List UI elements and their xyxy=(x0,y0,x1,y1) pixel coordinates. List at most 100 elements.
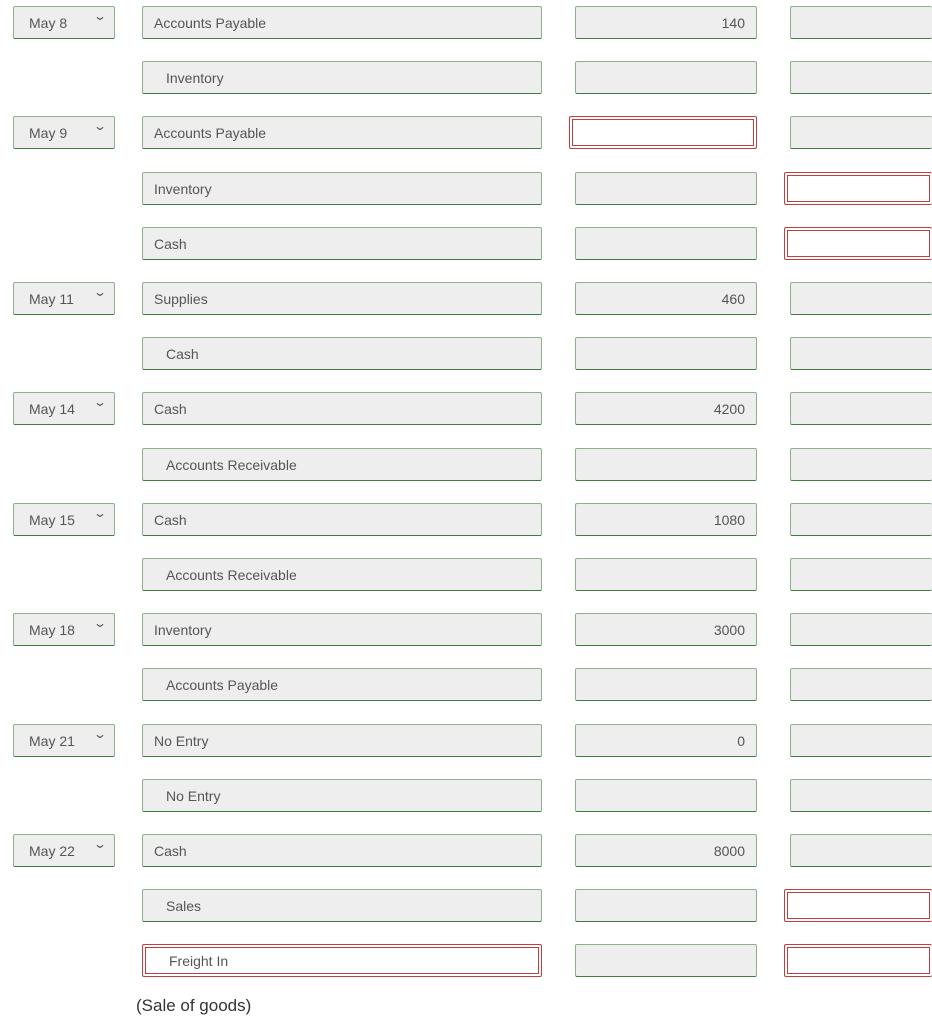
debit-input[interactable]: 0 xyxy=(575,724,757,757)
account-select[interactable]: Inventory xyxy=(142,61,542,94)
account-select-value: No Entry xyxy=(166,787,221,804)
credit-input[interactable] xyxy=(790,834,932,867)
entry-caption: (Sale of goods) xyxy=(136,996,252,1015)
debit-input[interactable]: 1080 xyxy=(575,503,757,536)
debit-input[interactable]: 460 xyxy=(575,282,757,315)
account-select-value: Accounts Payable xyxy=(154,14,267,31)
debit-input[interactable] xyxy=(575,172,757,205)
debit-input-value: 460 xyxy=(721,290,745,307)
chevron-down-icon: ⌄ xyxy=(92,837,108,851)
chevron-down-icon: ⌄ xyxy=(92,395,108,409)
chevron-down-icon: ⌄ xyxy=(92,285,108,299)
credit-input[interactable] xyxy=(790,613,932,646)
account-select-value: Supplies xyxy=(154,290,208,307)
credit-input[interactable] xyxy=(790,282,932,315)
account-select[interactable]: Supplies xyxy=(142,282,542,315)
chevron-down-icon: ⌄ xyxy=(92,616,108,630)
account-select[interactable]: Cash xyxy=(142,392,542,425)
account-select[interactable]: Accounts Payable xyxy=(142,116,542,149)
account-select-value: Inventory xyxy=(166,69,224,86)
account-select-value: Cash xyxy=(154,400,187,417)
chevron-down-icon: ⌄ xyxy=(92,506,108,520)
account-select-value: Inventory xyxy=(154,180,212,197)
debit-input[interactable] xyxy=(575,944,757,977)
debit-input[interactable]: 140 xyxy=(575,6,757,39)
account-select-value: No Entry xyxy=(154,732,209,749)
account-select[interactable]: Inventory xyxy=(142,613,542,646)
chevron-down-icon: ⌄ xyxy=(92,9,108,23)
date-select[interactable]: May 22 ⌄ xyxy=(13,834,115,867)
account-select[interactable]: Accounts Payable xyxy=(142,668,542,701)
debit-input[interactable]: 3000 xyxy=(575,613,757,646)
date-select-value: May 11 xyxy=(29,290,74,307)
account-select[interactable]: Cash xyxy=(142,834,542,867)
account-select-value: Sales xyxy=(166,897,202,914)
credit-input[interactable] xyxy=(784,944,932,977)
debit-input[interactable] xyxy=(575,668,757,701)
debit-input[interactable] xyxy=(575,61,757,94)
account-select-value: Cash xyxy=(154,511,187,528)
account-select-value: Freight In xyxy=(169,952,229,969)
debit-input[interactable]: 8000 xyxy=(575,834,757,867)
date-select-value: May 22 xyxy=(29,842,75,859)
account-select-value: Accounts Receivable xyxy=(166,456,297,473)
account-select[interactable]: Accounts Receivable xyxy=(142,558,542,591)
date-select[interactable]: May 15 ⌄ xyxy=(13,503,115,536)
account-select[interactable]: Accounts Receivable xyxy=(142,448,542,481)
date-select-value: May 8 xyxy=(29,14,68,31)
debit-input-value: 4200 xyxy=(713,400,745,417)
account-select[interactable]: Cash xyxy=(142,337,542,370)
credit-input[interactable] xyxy=(790,61,932,94)
credit-input[interactable] xyxy=(790,116,932,149)
account-select[interactable]: Cash xyxy=(142,503,542,536)
credit-input[interactable] xyxy=(790,337,932,370)
account-select-value: Cash xyxy=(166,345,199,362)
account-select-value: Accounts Payable xyxy=(154,124,267,141)
account-select[interactable]: No Entry xyxy=(142,779,542,812)
debit-input[interactable] xyxy=(575,227,757,260)
credit-input[interactable] xyxy=(790,6,932,39)
debit-input[interactable] xyxy=(575,558,757,591)
credit-input[interactable] xyxy=(790,448,932,481)
account-select-value: Cash xyxy=(154,235,187,252)
debit-input[interactable] xyxy=(575,337,757,370)
date-select[interactable]: May 18 ⌄ xyxy=(13,613,115,646)
credit-input[interactable] xyxy=(790,779,932,812)
debit-input-value: 0 xyxy=(737,732,745,749)
credit-input[interactable] xyxy=(790,724,932,757)
credit-input[interactable] xyxy=(784,227,932,260)
date-select-value: May 18 xyxy=(29,621,75,638)
credit-input[interactable] xyxy=(790,503,932,536)
credit-input[interactable] xyxy=(790,668,932,701)
account-select-value: Accounts Receivable xyxy=(166,566,297,583)
account-select[interactable]: Freight In xyxy=(142,944,542,977)
date-select[interactable]: May 14 ⌄ xyxy=(13,392,115,425)
account-select[interactable]: Sales xyxy=(142,889,542,922)
date-select[interactable]: May 9 ⌄ xyxy=(13,116,115,149)
debit-input-value: 3000 xyxy=(713,621,745,638)
account-select[interactable]: No Entry xyxy=(142,724,542,757)
date-select-value: May 21 xyxy=(29,732,75,749)
debit-input-value: 1080 xyxy=(713,511,745,528)
credit-input[interactable] xyxy=(790,392,932,425)
debit-input[interactable] xyxy=(569,116,757,149)
date-select[interactable]: May 11 ⌄ xyxy=(13,282,115,315)
debit-input[interactable] xyxy=(575,448,757,481)
account-select[interactable]: Cash xyxy=(142,227,542,260)
account-select-value: Cash xyxy=(154,842,187,859)
debit-input[interactable] xyxy=(575,889,757,922)
credit-input[interactable] xyxy=(784,889,932,922)
account-select-value: Inventory xyxy=(154,621,212,638)
date-select-value: May 15 xyxy=(29,511,75,528)
account-select[interactable]: Accounts Payable xyxy=(142,6,542,39)
account-select[interactable]: Inventory xyxy=(142,172,542,205)
debit-input-value: 140 xyxy=(721,14,745,31)
debit-input[interactable]: 4200 xyxy=(575,392,757,425)
credit-input[interactable] xyxy=(784,172,932,205)
date-select-value: May 9 xyxy=(29,124,68,141)
debit-input[interactable] xyxy=(575,779,757,812)
date-select[interactable]: May 8 ⌄ xyxy=(13,6,115,39)
chevron-down-icon: ⌄ xyxy=(92,119,108,133)
credit-input[interactable] xyxy=(790,558,932,591)
date-select[interactable]: May 21 ⌄ xyxy=(13,724,115,757)
